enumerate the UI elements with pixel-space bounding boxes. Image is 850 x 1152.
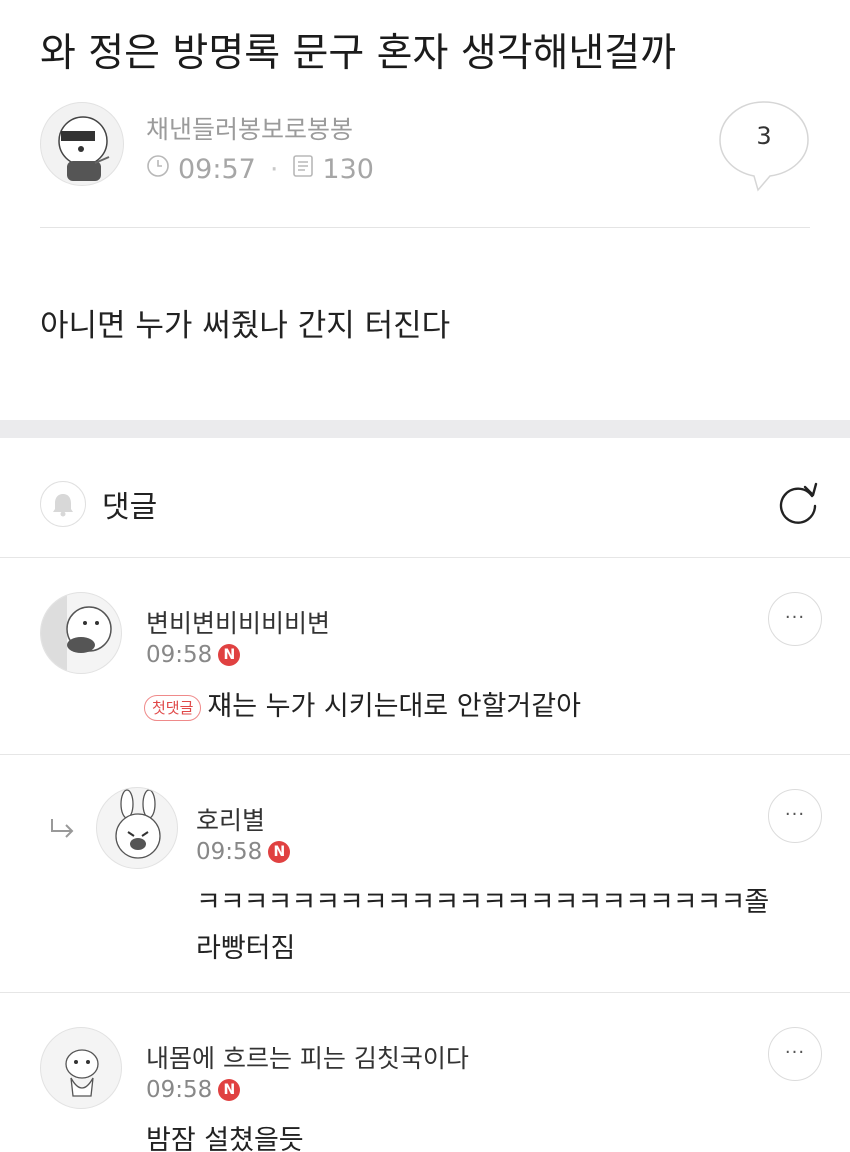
author-name[interactable]: 채낸들러봉보로봉봉 <box>146 110 353 146</box>
clock-icon <box>146 154 170 185</box>
more-button[interactable]: ··· <box>768 592 822 646</box>
post-meta: 09:57 · 130 <box>146 154 374 185</box>
more-button[interactable]: ··· <box>768 1027 822 1081</box>
avatar[interactable] <box>40 1027 122 1109</box>
post-time: 09:57 <box>178 154 256 185</box>
new-badge: N <box>218 1079 241 1101</box>
comments-header: 댓글 <box>0 438 850 558</box>
comment-count-button[interactable]: 3 <box>718 100 812 192</box>
new-badge: N <box>218 644 241 666</box>
comment-text: 밤잠 설쳤을듯 <box>146 1125 304 1152</box>
comment-text: ㅋㅋㅋㅋㅋㅋㅋㅋㅋㅋㅋㅋㅋㅋㅋㅋㅋㅋㅋㅋㅋㅋㅋ졸 라빵터짐 <box>196 880 816 972</box>
new-badge: N <box>268 841 291 863</box>
avatar[interactable] <box>40 592 122 674</box>
post-page: 와 정은 방명록 문구 혼자 생각해낸걸까 채낸들러봉보로봉봉 09:57 · … <box>0 0 850 1152</box>
comments-label: 댓글 <box>102 490 158 525</box>
comment-time-row: 09:58 N <box>146 642 241 668</box>
comment-time-row: 09:58 N <box>146 1077 241 1103</box>
meta-separator: · <box>269 154 279 185</box>
comment-text: 쟤는 누가 시키는대로 안할거같아 <box>207 691 581 722</box>
comment-author[interactable]: 호리별 <box>196 801 265 837</box>
comment-time: 09:58 <box>146 642 213 668</box>
more-button[interactable]: ··· <box>768 789 822 843</box>
comment-time-row: 09:58 N <box>196 839 291 865</box>
author-avatar[interactable] <box>40 102 124 186</box>
comment-item: 내몸에 흐르는 피는 김칫국이다 09:58 N ··· 밤잠 설쳤을듯 <box>0 993 850 1152</box>
comment-author[interactable]: 변비변비비비비변 <box>146 604 330 640</box>
bell-icon[interactable] <box>40 481 86 527</box>
refresh-icon[interactable] <box>774 478 822 526</box>
header-divider <box>40 227 810 228</box>
reply-item: 호리별 09:58 N ··· ㅋㅋㅋㅋㅋㅋㅋㅋㅋㅋㅋㅋㅋㅋㅋㅋㅋㅋㅋㅋㅋㅋㅋ졸… <box>0 755 850 991</box>
section-separator <box>0 420 850 438</box>
comment-time: 09:58 <box>196 839 263 865</box>
document-icon <box>292 154 314 185</box>
comment-item: 변비변비비비비변 09:58 N ··· 첫댓글 쟤는 누가 시키는대로 안할거같… <box>0 558 850 754</box>
avatar[interactable] <box>96 787 178 869</box>
comment-author[interactable]: 내몸에 흐르는 피는 김칫국이다 <box>146 1039 469 1075</box>
comment-count: 3 <box>756 122 772 150</box>
reply-arrow-icon <box>48 815 78 845</box>
comment-text-line: ㅋㅋㅋㅋㅋㅋㅋㅋㅋㅋㅋㅋㅋㅋㅋㅋㅋㅋㅋㅋㅋㅋㅋ졸 <box>196 887 769 918</box>
view-count: 130 <box>322 154 374 185</box>
comment-text-row: 첫댓글 쟤는 누가 시키는대로 안할거같아 <box>144 684 581 730</box>
post-body: 아니면 누가 써줬나 간지 터진다 <box>40 308 451 344</box>
first-comment-badge: 첫댓글 <box>144 694 202 721</box>
comment-time: 09:58 <box>146 1077 213 1103</box>
post-title: 와 정은 방명록 문구 혼자 생각해낸걸까 <box>40 31 677 76</box>
comment-text-line: 라빵터짐 <box>196 933 296 964</box>
